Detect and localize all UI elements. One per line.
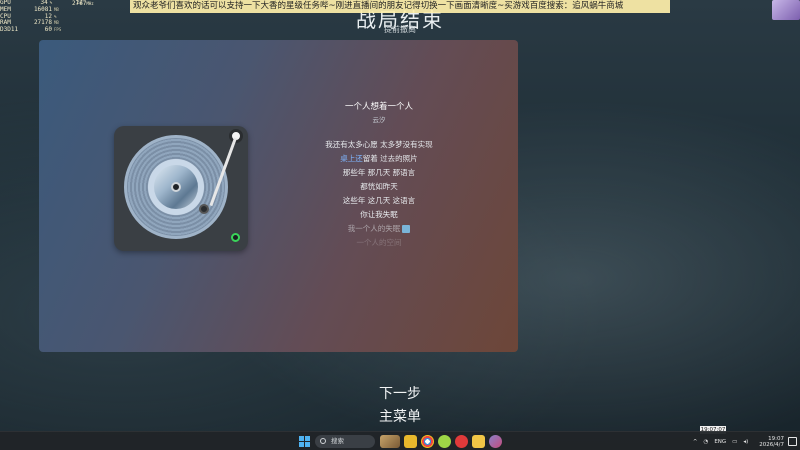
notification-icon[interactable] xyxy=(788,437,797,446)
song-artist: 云汐 xyxy=(372,116,386,124)
language-indicator[interactable]: ENG xyxy=(714,439,726,445)
game-subtitle: 提前撤离 xyxy=(384,25,416,34)
lyric-line: 这些年 这几天 这语言 xyxy=(342,196,416,205)
hwmon-unit: MHz xyxy=(86,1,94,6)
hwmon-value: 60 xyxy=(44,26,52,34)
song-title: 一个人想着一个人 xyxy=(344,102,413,112)
search-icon xyxy=(320,438,326,444)
hwmon-unit: MB xyxy=(54,20,59,26)
network-icon[interactable]: ◔ xyxy=(704,439,709,445)
lyric-line: 那些年 那几天 那语言 xyxy=(342,168,416,177)
next-step-button[interactable]: 下一步 xyxy=(0,383,800,403)
lyric-line: 我一个人的失眠 xyxy=(279,222,479,236)
record-spindle xyxy=(171,182,181,192)
tonearm-head xyxy=(199,204,209,214)
hwmon-unit: MB xyxy=(54,6,59,12)
file-explorer-icon[interactable] xyxy=(404,435,417,448)
lyric-line: 你让我失眠 xyxy=(360,210,398,219)
display-icon[interactable]: ▭ xyxy=(732,439,737,445)
lyric-text: 我一个人的失眠 xyxy=(347,224,401,233)
turntable xyxy=(114,126,248,251)
hwmon-value: 2767 xyxy=(72,0,87,7)
app-icon[interactable] xyxy=(489,435,502,448)
lyric-line: 都恍如昨天 xyxy=(360,182,398,191)
streamer-avatar xyxy=(772,0,800,20)
tray-date: 2026/4/7 xyxy=(759,441,784,448)
lyric-line-current: 桌上还留着 过去的照片 xyxy=(279,152,479,166)
hwmon-unit: FPS xyxy=(54,27,62,33)
lyrics-lines: 我还有太多心愿 太多梦没有实现 桌上还留着 过去的照片 那些年 那几天 那语言 … xyxy=(279,138,479,250)
lyric-highlight: 桌上还 xyxy=(340,154,363,163)
lyric-line: 我还有太多心愿 太多梦没有实现 xyxy=(325,140,433,149)
main-menu-button[interactable]: 主菜单 xyxy=(0,406,800,426)
taskbar: 搜索 ^ ◔ ENG ▭ ◂) 19:07 2026/4/7 xyxy=(0,431,800,450)
windows-start-icon[interactable] xyxy=(299,436,310,447)
volume-icon[interactable]: ◂) xyxy=(743,439,748,445)
app-icon[interactable] xyxy=(472,435,485,448)
chevron-up-icon[interactable]: ^ xyxy=(693,439,698,445)
music-note-icon xyxy=(402,225,411,233)
hwmon-label: D3D11 xyxy=(0,26,19,34)
system-tray: ^ ◔ ENG ▭ ◂) 19:07 2026/4/7 xyxy=(690,432,800,450)
hwmon-gpu-clock: 2767MHz xyxy=(72,0,94,7)
hwmon-unit: % xyxy=(54,13,57,19)
taskbar-widget-icon[interactable] xyxy=(380,435,400,448)
play-indicator-icon[interactable] xyxy=(231,233,240,242)
taskbar-search-input[interactable]: 搜索 xyxy=(315,435,375,448)
chrome-icon[interactable] xyxy=(421,435,434,448)
lyric-rest: 留着 过去的照片 xyxy=(362,154,418,163)
netease-music-icon[interactable] xyxy=(455,435,468,448)
search-placeholder: 搜索 xyxy=(331,437,344,445)
lyrics-panel: 一个人想着一个人 云汐 我还有太多心愿 太多梦没有实现 桌上还留着 过去的照片 … xyxy=(279,100,479,250)
tray-clock[interactable]: 19:07 2026/4/7 xyxy=(759,436,784,448)
stream-banner: 观众老爷们喜欢的话可以支持一下大香的星级任务哔~刚进直播间的朋友记得切换一下画面… xyxy=(130,0,670,13)
hwmon-row-fps: D3D11 60 FPS xyxy=(0,26,92,34)
lyric-line: 一个人的空间 xyxy=(356,238,402,247)
music-player-panel: 一个人想着一个人 云汐 我还有太多心愿 太多梦没有实现 桌上还留着 过去的照片 … xyxy=(39,40,518,352)
app-icon[interactable] xyxy=(438,435,451,448)
